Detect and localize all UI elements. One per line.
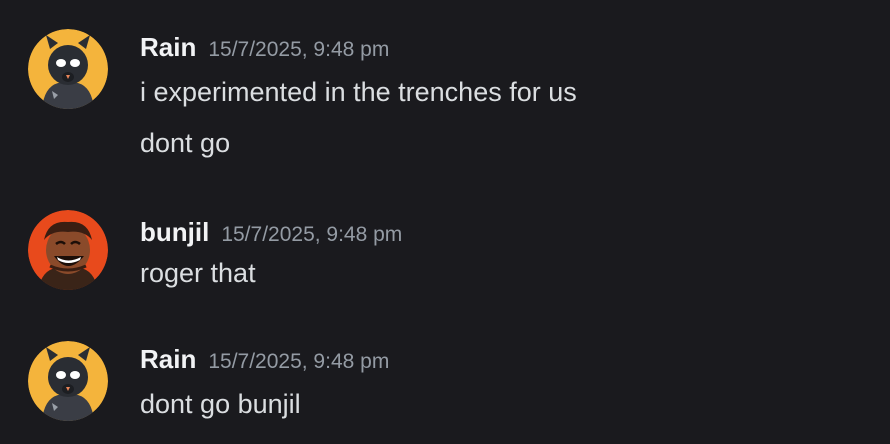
message-text: dont go bunjil xyxy=(140,389,301,419)
message-header: Rain 15/7/2025, 9:48 pm xyxy=(140,32,389,62)
username[interactable]: Rain xyxy=(140,344,196,374)
username[interactable]: bunjil xyxy=(140,217,209,247)
avatar[interactable] xyxy=(28,341,108,421)
timestamp[interactable]: 15/7/2025, 9:48 pm xyxy=(221,223,402,246)
avatar[interactable] xyxy=(28,29,108,109)
timestamp[interactable]: 15/7/2025, 9:48 pm xyxy=(208,350,389,373)
laughing-man-avatar-icon xyxy=(28,210,108,290)
timestamp[interactable]: 15/7/2025, 9:48 pm xyxy=(208,38,389,61)
message-text: dont go xyxy=(140,128,231,158)
black-rat-avatar-icon xyxy=(28,341,108,421)
black-rat-avatar-icon xyxy=(28,29,108,109)
avatar[interactable] xyxy=(28,210,108,290)
message-text: i experimented in the trenches for us xyxy=(140,77,577,107)
message-header: bunjil 15/7/2025, 9:48 pm xyxy=(140,217,402,247)
username[interactable]: Rain xyxy=(140,32,196,62)
message-header: Rain 15/7/2025, 9:48 pm xyxy=(140,344,389,374)
message-text: roger that xyxy=(140,258,256,288)
